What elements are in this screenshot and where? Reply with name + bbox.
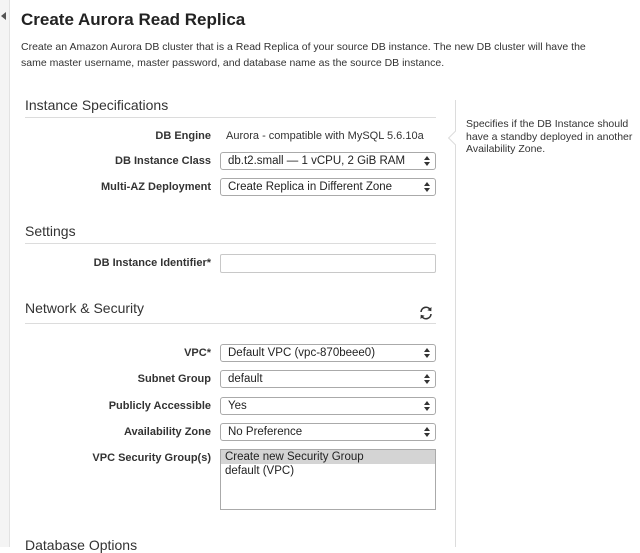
section-title-network-security: Network & Security [25,300,145,316]
select-arrows-icon [424,156,430,166]
section-divider [25,117,436,118]
subnet-group-value: default [228,373,263,385]
section-title-settings: Settings [25,223,76,239]
vpc-value: Default VPC (vpc-870beee0) [228,347,376,359]
section-divider [25,243,436,244]
availability-zone-label: Availability Zone [123,426,211,438]
page-title: Create Aurora Read Replica [21,10,246,29]
select-arrows-icon [424,427,430,437]
security-group-option[interactable]: default (VPC) [221,464,435,478]
page-description: Create an Amazon Aurora DB cluster that … [21,41,586,69]
section-title-database-options: Database Options [25,537,138,553]
multi-az-label: Multi-AZ Deployment [101,181,211,193]
db-engine-label: DB Engine [155,130,211,142]
help-panel-divider [455,100,456,547]
subnet-group-select[interactable]: default [220,370,436,388]
subnet-group-label: Subnet Group [137,373,211,385]
db-instance-identifier-input[interactable] [220,254,436,273]
db-engine-value: Aurora - compatible with MySQL 5.6.10a [226,130,424,142]
left-rail[interactable] [0,0,10,547]
vpc-select[interactable]: Default VPC (vpc-870beee0) [220,344,436,362]
publicly-accessible-value: Yes [228,400,247,412]
select-arrows-icon [424,182,430,192]
refresh-icon[interactable] [418,305,434,321]
help-text: Specifies if the DB Instance should have… [466,118,633,155]
section-divider [25,323,436,324]
security-group-option[interactable]: Create new Security Group [221,450,435,464]
publicly-accessible-label: Publicly Accessible [108,400,211,412]
vpc-label: VPC* [184,347,211,359]
multi-az-select[interactable]: Create Replica in Different Zone [220,178,436,196]
db-instance-class-label: DB Instance Class [115,155,211,167]
help-pointer [447,130,463,146]
availability-zone-value: No Preference [228,426,303,438]
collapse-left-icon[interactable] [1,12,6,20]
multi-az-value: Create Replica in Different Zone [228,181,393,193]
section-title-instance-specifications: Instance Specifications [25,97,169,113]
select-arrows-icon [424,348,430,358]
select-arrows-icon [424,401,430,411]
availability-zone-select[interactable]: No Preference [220,423,436,441]
vpc-security-groups-listbox[interactable]: Create new Security Group default (VPC) [220,449,436,510]
db-instance-class-value: db.t2.small — 1 vCPU, 2 GiB RAM [228,155,406,167]
publicly-accessible-select[interactable]: Yes [220,397,436,415]
vpc-security-groups-label: VPC Security Group(s) [92,452,211,464]
db-instance-identifier-label: DB Instance Identifier* [93,257,211,269]
select-arrows-icon [424,374,430,384]
db-instance-class-select[interactable]: db.t2.small — 1 vCPU, 2 GiB RAM [220,152,436,170]
